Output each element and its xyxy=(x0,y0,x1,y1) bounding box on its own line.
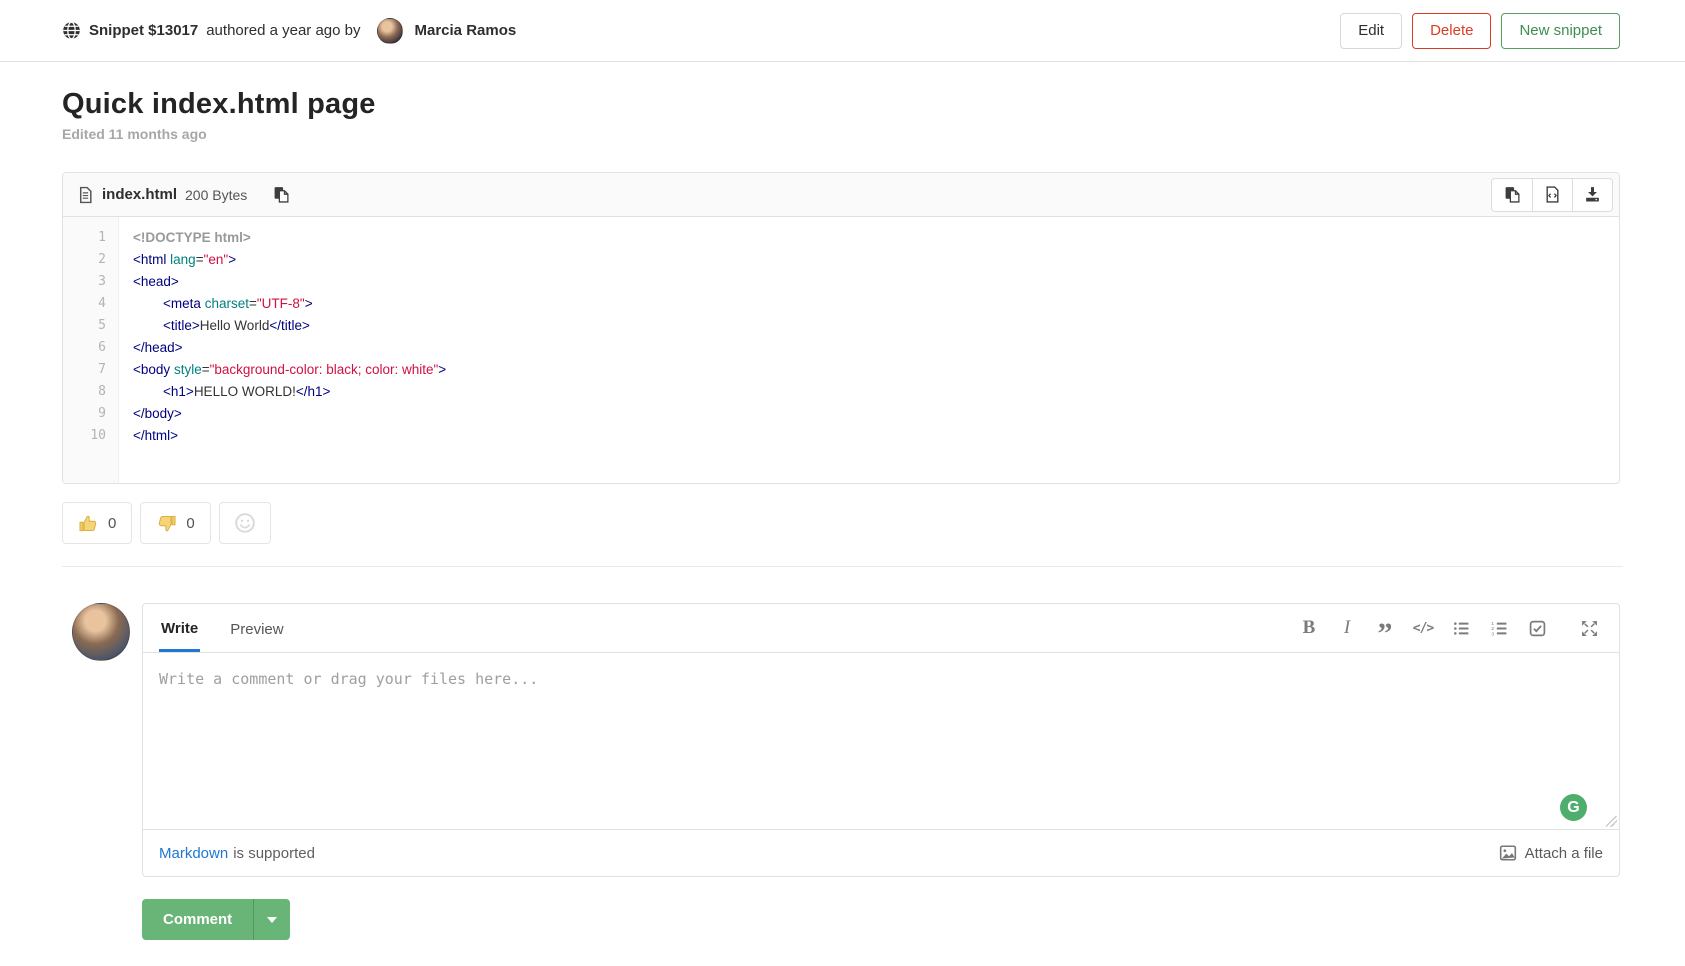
current-user-avatar xyxy=(72,603,130,661)
tab-preview[interactable]: Preview xyxy=(228,606,285,650)
document-icon xyxy=(77,186,94,204)
title-block: Quick index.html page Edited 11 months a… xyxy=(62,88,1620,142)
grammarly-icon[interactable]: G xyxy=(1560,794,1587,821)
earth-icon xyxy=(62,21,81,40)
file-action-group xyxy=(1491,178,1613,212)
line-number-link[interactable]: 9 xyxy=(63,403,106,425)
author-name-link[interactable]: Marcia Ramos xyxy=(415,22,517,39)
line-number-link[interactable]: 3 xyxy=(63,271,106,293)
add-reaction-button[interactable] xyxy=(219,502,271,544)
thumbsdown-button[interactable]: 0 xyxy=(140,502,210,544)
chevron-down-icon xyxy=(267,917,277,923)
delete-button[interactable]: Delete xyxy=(1412,13,1491,49)
code-lines: <!DOCTYPE html><html lang="en"><head> <m… xyxy=(119,227,1619,447)
comment-input[interactable] xyxy=(143,653,1619,829)
edit-button[interactable]: Edit xyxy=(1340,13,1402,49)
smiley-icon xyxy=(234,512,256,534)
code-line: </body> xyxy=(133,403,1619,425)
page-title: Quick index.html page xyxy=(62,88,1620,121)
copy-to-clipboard-icon[interactable] xyxy=(269,182,294,207)
attach-file-button[interactable]: Attach a file xyxy=(1499,844,1603,862)
code-line: <!DOCTYPE html> xyxy=(133,227,1619,249)
new-snippet-button[interactable]: New snippet xyxy=(1501,13,1620,49)
svg-text:1: 1 xyxy=(1491,621,1494,627)
md-tabs-row: Write Preview B I ” </> 123 xyxy=(143,604,1619,653)
comment-dropdown-toggle[interactable] xyxy=(253,899,290,940)
award-emoji-block: 0 0 xyxy=(62,502,1620,544)
code-line: </html> xyxy=(133,425,1619,447)
line-number-link[interactable]: 1 xyxy=(63,227,106,249)
markdown-toolbar: B I ” </> 123 xyxy=(1295,614,1603,642)
edited-timestamp: Edited 11 months ago xyxy=(62,126,1620,142)
line-numbers: 12345678910 xyxy=(63,217,119,483)
comment-card: Write Preview B I ” </> 123 xyxy=(142,603,1620,877)
italic-icon[interactable]: I xyxy=(1333,614,1361,642)
bullet-list-icon[interactable] xyxy=(1447,614,1475,642)
code-line: <h1>HELLO WORLD!</h1> xyxy=(133,381,1619,403)
comment-button[interactable]: Comment xyxy=(142,899,253,940)
file-card: index.html 200 Bytes 12345678910 <!DOCTY… xyxy=(62,172,1620,484)
author-avatar[interactable] xyxy=(377,18,403,44)
copy-contents-icon[interactable] xyxy=(1492,179,1532,211)
code-icon[interactable]: </> xyxy=(1409,614,1437,642)
line-number-link[interactable]: 2 xyxy=(63,249,106,271)
line-number-link[interactable]: 7 xyxy=(63,359,106,381)
resize-handle-icon[interactable] xyxy=(1606,816,1617,827)
snippet-actions: Edit Delete New snippet xyxy=(1340,13,1620,49)
line-number-link[interactable]: 6 xyxy=(63,337,106,359)
line-number-link[interactable]: 5 xyxy=(63,315,106,337)
svg-text:3: 3 xyxy=(1491,631,1494,637)
thumbsdown-icon xyxy=(156,513,177,534)
snippet-id: Snippet $13017 xyxy=(89,22,198,39)
file-size: 200 Bytes xyxy=(185,187,247,203)
tab-write[interactable]: Write xyxy=(159,605,200,652)
thumbsup-icon xyxy=(78,513,99,534)
snippet-header-bar: Snippet $13017 authored a year ago by Ma… xyxy=(0,0,1685,62)
download-icon[interactable] xyxy=(1572,179,1612,211)
image-icon xyxy=(1499,844,1517,862)
submit-row: Comment xyxy=(142,899,1620,940)
thumbsdown-count: 0 xyxy=(186,515,194,532)
code-line: <meta charset="UTF-8"> xyxy=(133,293,1619,315)
bold-icon[interactable]: B xyxy=(1295,614,1323,642)
file-header: index.html 200 Bytes xyxy=(63,173,1619,217)
thumbsup-button[interactable]: 0 xyxy=(62,502,132,544)
code-line: <html lang="en"> xyxy=(133,249,1619,271)
code-line: <body style="background-color: black; co… xyxy=(133,359,1619,381)
thumbsup-count: 0 xyxy=(108,515,116,532)
fullscreen-icon[interactable] xyxy=(1575,614,1603,642)
markdown-supported-text: is supported xyxy=(233,845,315,862)
code-viewer: 12345678910 <!DOCTYPE html><html lang="e… xyxy=(63,217,1619,483)
file-name: index.html xyxy=(102,186,177,203)
code-line: </head> xyxy=(133,337,1619,359)
comment-form: Write Preview B I ” </> 123 xyxy=(72,603,1620,877)
line-number-link[interactable]: 10 xyxy=(63,425,106,447)
textarea-wrap: G xyxy=(143,653,1619,829)
open-raw-icon[interactable] xyxy=(1532,179,1572,211)
attach-file-label: Attach a file xyxy=(1525,845,1603,862)
comment-footer: Markdown is supported Attach a file xyxy=(143,829,1619,876)
line-number-link[interactable]: 4 xyxy=(63,293,106,315)
snippet-meta: Snippet $13017 authored a year ago by Ma… xyxy=(62,18,516,44)
task-list-icon[interactable] xyxy=(1523,614,1551,642)
notes-divider xyxy=(62,566,1623,567)
markdown-link[interactable]: Markdown xyxy=(159,845,228,862)
numbered-list-icon[interactable]: 123 xyxy=(1485,614,1513,642)
code-line: <head> xyxy=(133,271,1619,293)
quote-icon[interactable]: ” xyxy=(1371,614,1399,642)
line-number-link[interactable]: 8 xyxy=(63,381,106,403)
authored-text: authored a year ago by xyxy=(206,22,360,39)
code-line: <title>Hello World</title> xyxy=(133,315,1619,337)
